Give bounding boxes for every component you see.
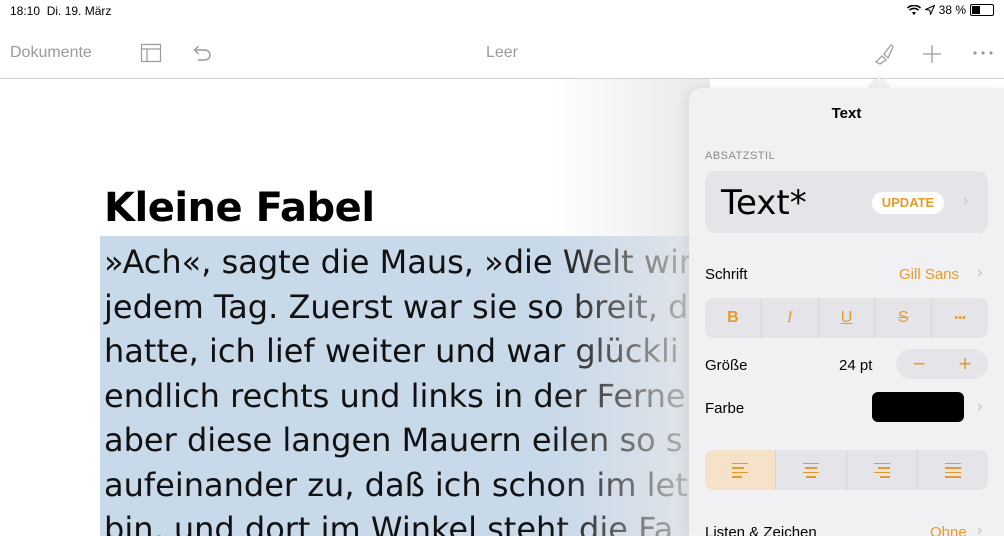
status-bar: 18:10 Di. 19. März 38 % [0,0,1004,22]
bold-button[interactable]: B [705,298,762,338]
document-heading[interactable]: Kleine Fabel [104,185,375,231]
paragraph-style-label: ABSATZSTIL [705,150,776,162]
status-indicators: 38 % [906,3,994,17]
size-value: 24 pt [839,357,873,374]
lists-value: Ohne [930,524,967,536]
battery-percent: 38 % [938,3,966,17]
status-date: Di. 19. März [46,4,112,18]
format-brush-icon[interactable] [872,42,896,66]
italic-button[interactable]: I [762,298,819,338]
panel-title: Text [831,105,862,122]
align-right-icon [874,462,890,478]
align-left-icon [732,462,748,478]
toolbar: Dokumente Leer [0,30,1004,79]
more-styles-button[interactable]: ••• [932,298,988,338]
font-label: Schrift [705,266,748,283]
chevron-right-icon: › [977,522,983,536]
view-options-icon[interactable] [140,42,162,64]
documents-button[interactable]: Dokumente [10,44,92,62]
format-panel: Text ABSATZSTIL Text* UPDATE › Schrift G… [689,88,1004,536]
size-stepper: − + [896,349,988,379]
location-icon [924,5,935,15]
align-center-button[interactable] [776,450,847,490]
more-icon[interactable] [972,50,994,56]
battery-icon [970,4,994,16]
color-swatch[interactable] [872,392,964,422]
justify-icon [945,462,961,478]
underline-button[interactable]: U [819,298,876,338]
chevron-right-icon: › [977,398,983,415]
text-style-buttons: B I U S ••• [705,298,988,338]
chevron-right-icon: › [977,264,983,281]
lists-label: Listen & Zeichen [705,524,817,536]
update-style-button[interactable]: UPDATE [872,192,944,214]
size-label: Größe [705,357,748,374]
document-title: Leer [485,44,519,61]
font-value: Gill Sans [899,266,960,283]
strikethrough-button[interactable]: S [875,298,933,338]
align-left-button[interactable] [705,450,776,490]
battery-fill [972,6,980,14]
panel-shadow [550,79,710,536]
align-center-icon [803,462,819,478]
decrease-size-button[interactable]: − [896,349,942,379]
justify-button[interactable] [918,450,988,490]
chevron-right-icon: › [963,192,969,209]
paragraph-style-name: Text* [721,183,807,223]
align-right-button[interactable] [847,450,918,490]
status-time: 18:10 [10,4,41,18]
alignment-buttons [705,450,988,490]
undo-icon[interactable] [190,42,214,64]
increase-size-button[interactable]: + [942,349,988,379]
wifi-icon [906,4,921,15]
color-label: Farbe [705,400,745,417]
add-icon[interactable] [920,42,944,66]
paragraph-style-selector[interactable]: Text* UPDATE › [705,171,988,233]
